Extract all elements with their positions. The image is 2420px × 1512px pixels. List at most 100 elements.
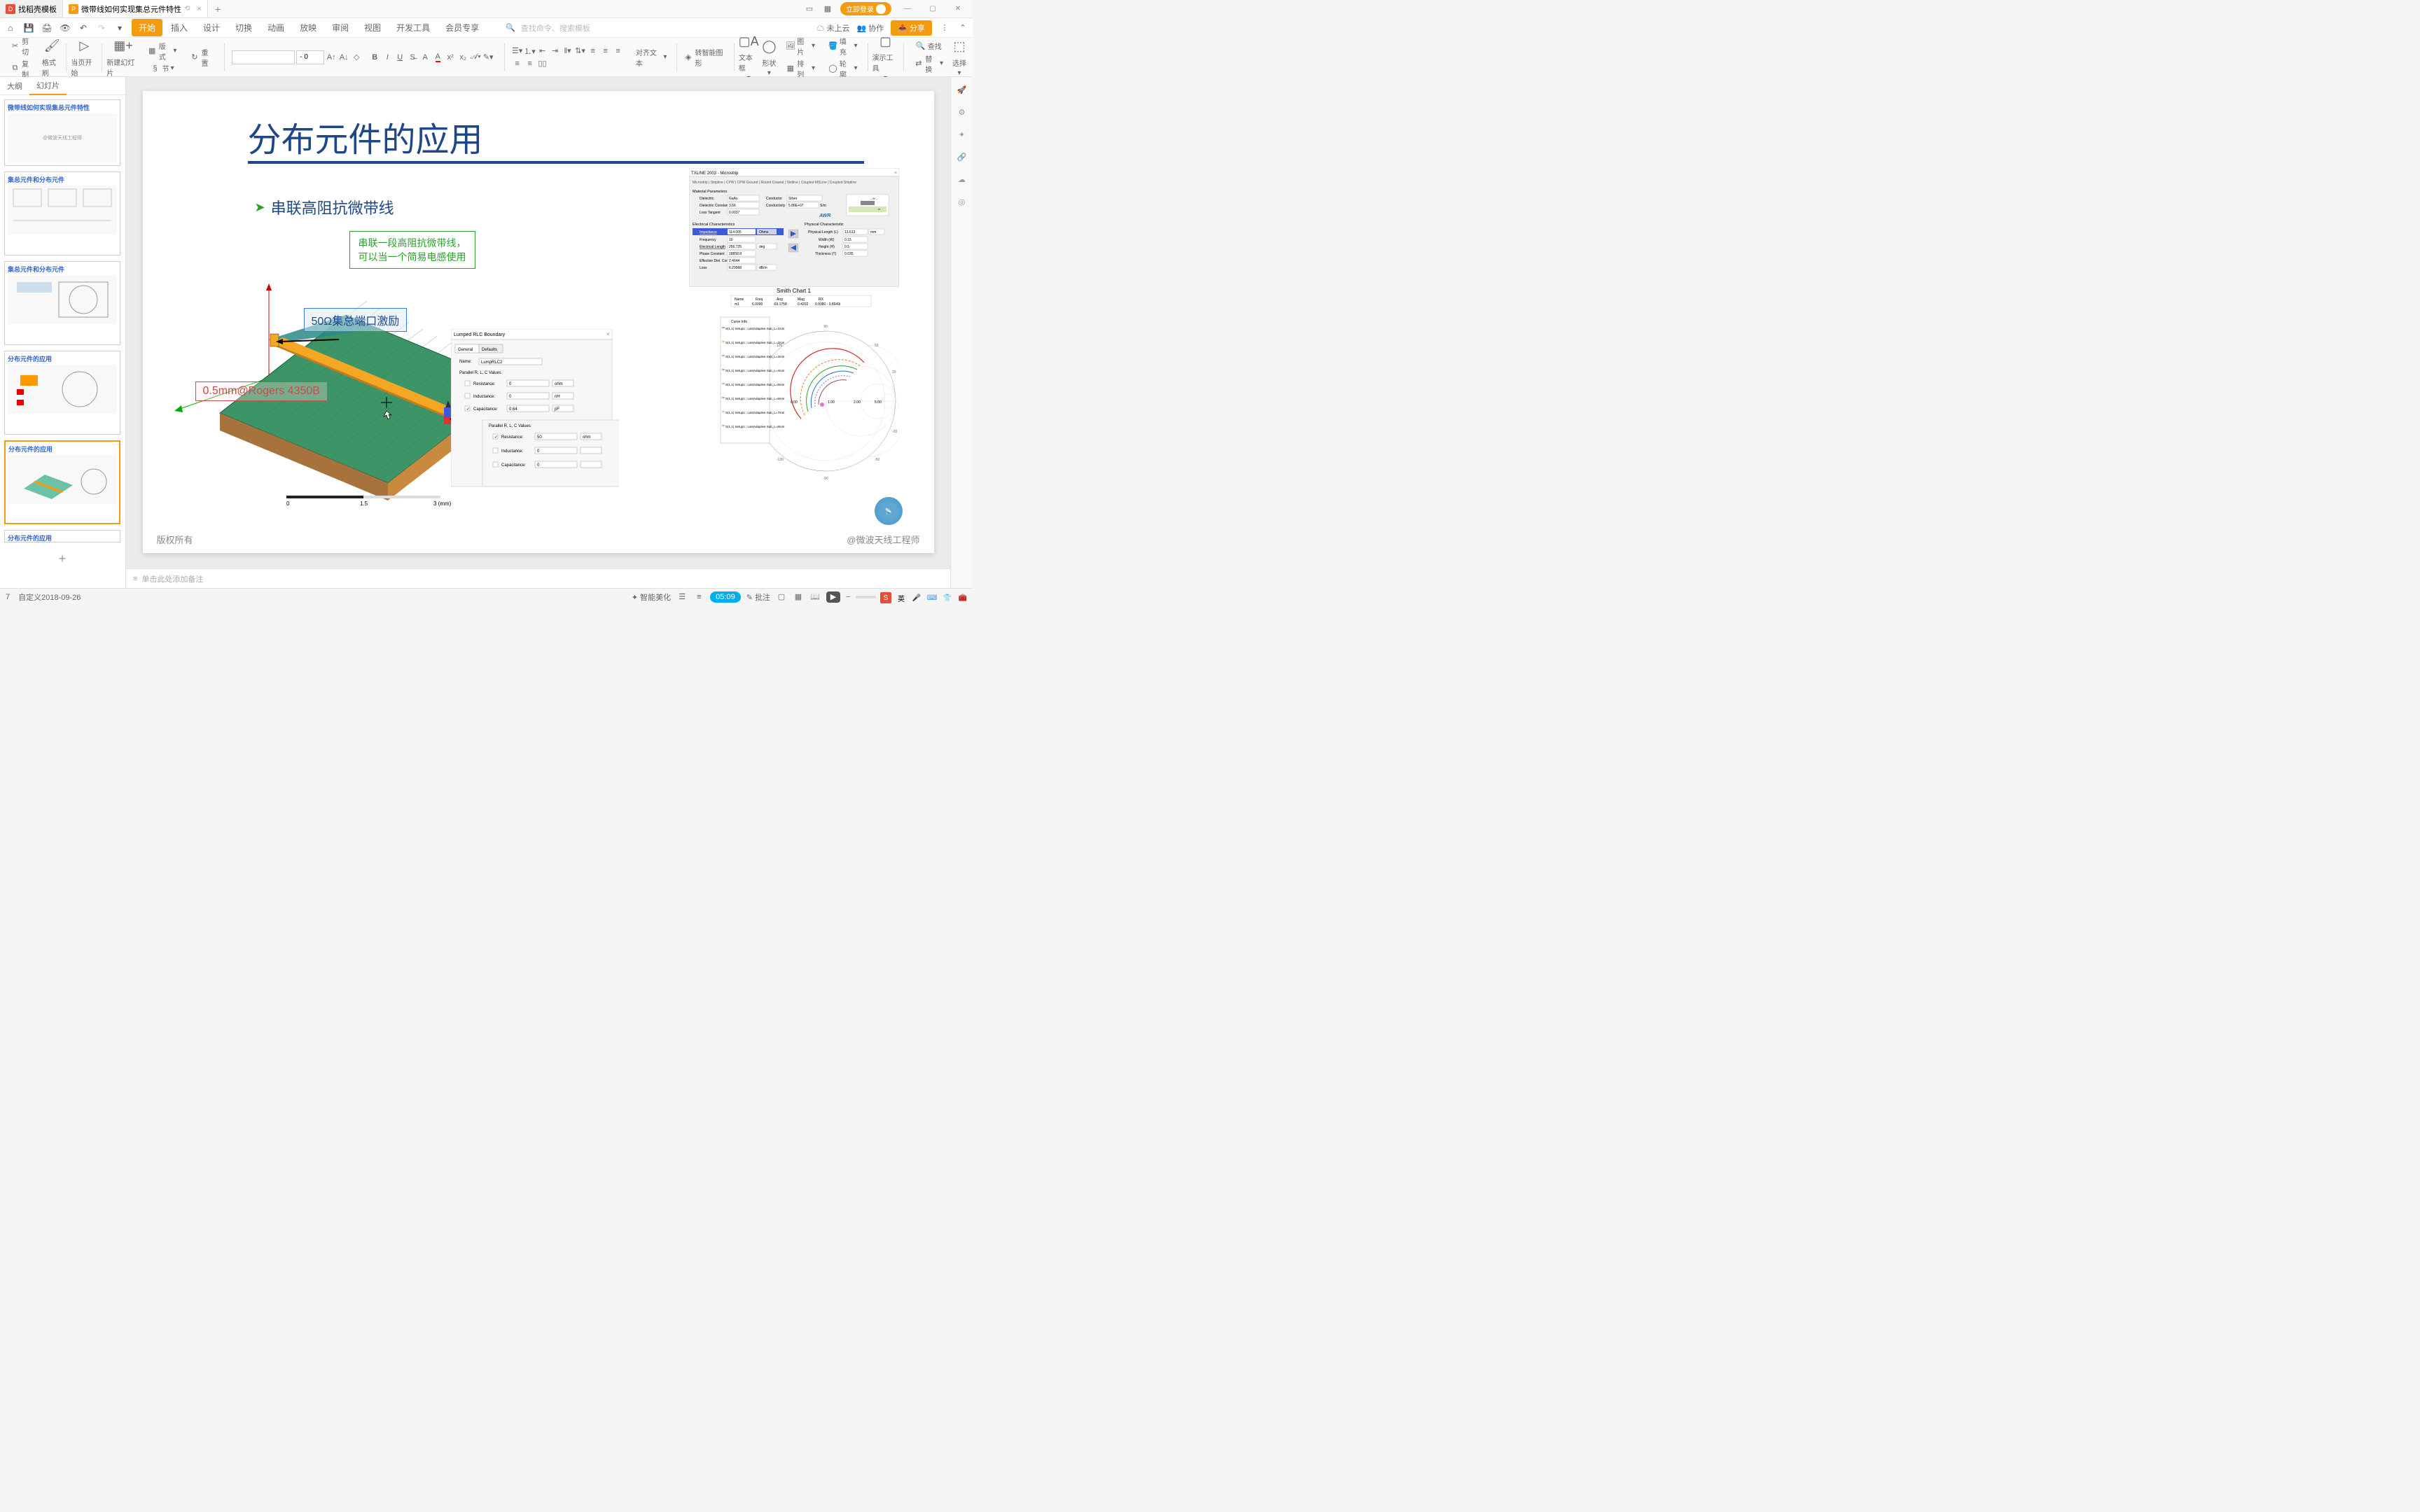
font-color-icon[interactable]: A: [432, 52, 443, 63]
sogou-icon[interactable]: S: [880, 592, 891, 603]
reading-view-icon[interactable]: 📖: [809, 592, 821, 603]
image-button[interactable]: 🖼图片▾: [784, 35, 816, 57]
preview-icon[interactable]: 👁: [59, 22, 71, 34]
text-direction-icon[interactable]: ⇅▾: [575, 46, 586, 57]
print-icon[interactable]: 🖨: [41, 22, 53, 34]
outline-tab[interactable]: 大纲: [0, 78, 29, 94]
menu-review[interactable]: 审阅: [325, 19, 356, 36]
zoom-out-button[interactable]: −: [846, 593, 850, 601]
command-search[interactable]: 🔍 查找命令、搜索模板: [506, 22, 590, 34]
align-center-icon[interactable]: ≡: [600, 46, 611, 57]
rocket-icon[interactable]: 🚀: [957, 84, 968, 95]
shadow-icon[interactable]: A: [419, 52, 431, 63]
highlight-icon[interactable]: ✎▾: [482, 52, 494, 63]
grid-icon[interactable]: ▦: [822, 4, 833, 15]
redo-icon[interactable]: ↷: [95, 22, 108, 34]
notes-bar[interactable]: ≡ 单击此处添加备注: [126, 568, 950, 588]
smart-graphic-button[interactable]: ◈转智能图形: [681, 46, 730, 69]
slideshow-button[interactable]: ▶: [826, 592, 840, 603]
fill-button[interactable]: 🪣填充▾: [826, 35, 859, 57]
menu-view[interactable]: 视图: [357, 19, 388, 36]
arrange-button[interactable]: ▦排列▾: [784, 57, 816, 80]
undo-icon[interactable]: ↶: [77, 22, 90, 34]
superscript-icon[interactable]: x²: [445, 52, 456, 63]
login-button[interactable]: 立即登录: [840, 2, 891, 15]
share-panel-icon[interactable]: 🔗: [957, 151, 968, 162]
slide[interactable]: 分布元件的应用 ➤ 串联高阻抗微带线 串联一段高阻抗微带线， 可以当一个简易电感…: [143, 91, 934, 553]
layout-button[interactable]: ▦版式▾: [146, 40, 179, 62]
bullets-icon[interactable]: ☰▾: [512, 46, 523, 57]
location-icon[interactable]: ◎: [957, 196, 968, 207]
dropdown-icon[interactable]: ▾: [113, 22, 126, 34]
align-right-icon[interactable]: ≡: [613, 46, 624, 57]
menu-dev[interactable]: 开发工具: [389, 19, 437, 36]
align-left-icon[interactable]: ≡: [587, 46, 599, 57]
ime-skin-icon[interactable]: 👕: [942, 592, 953, 603]
slide-thumbnail-3[interactable]: 集总元件和分布元件: [4, 261, 120, 345]
strikethrough-icon[interactable]: S̶: [407, 52, 418, 63]
slide-thumbnail-6[interactable]: 分布元件的应用: [4, 530, 120, 542]
menu-animation[interactable]: 动画: [260, 19, 291, 36]
font-size-combo[interactable]: [296, 50, 324, 64]
ime-keyboard-icon[interactable]: ⌨: [926, 592, 938, 603]
menu-insert[interactable]: 插入: [164, 19, 195, 36]
columns-icon[interactable]: ▯▯: [537, 58, 548, 69]
ime-toolbox-icon[interactable]: 🧰: [957, 592, 968, 603]
from-current-button[interactable]: ▷ 当页开始: [71, 37, 97, 78]
thumbnail-list[interactable]: 微带线如何实现集总元件特性 @微波天线工程师 集总元件和分布元件: [0, 95, 125, 588]
annotate-button[interactable]: ✎ 批注: [746, 592, 770, 603]
line-spacing-icon[interactable]: ‖▾: [562, 46, 573, 57]
find-button[interactable]: 🔍查找: [914, 40, 943, 52]
menu-transition[interactable]: 切换: [228, 19, 259, 36]
outline-button[interactable]: ◯轮廓▾: [826, 57, 859, 80]
decrease-indent-icon[interactable]: ⇤: [537, 46, 548, 57]
tab-current-document[interactable]: P 微带线如何实现集总元件特性 ⟲ ×: [63, 0, 208, 18]
slide-thumbnail-4[interactable]: 分布元件的应用: [4, 351, 120, 435]
cloud-status[interactable]: ☁ 未上云: [816, 22, 849, 34]
shape-button[interactable]: ◯ 形状▾: [760, 38, 778, 77]
slides-tab[interactable]: 幻灯片: [29, 77, 67, 95]
text-effect-icon[interactable]: 𝒜▾: [470, 52, 481, 63]
increase-indent-icon[interactable]: ⇥: [550, 46, 561, 57]
select-button[interactable]: ⬚ 选择▾: [950, 38, 968, 77]
replace-button[interactable]: ⇄替换▾: [912, 52, 945, 75]
sparkle-icon[interactable]: ✦: [957, 129, 968, 140]
reset-button[interactable]: ↻重置: [188, 46, 216, 69]
menu-design[interactable]: 设计: [196, 19, 227, 36]
present-tools-button[interactable]: ▢ 演示工具▾: [872, 32, 899, 82]
settings-icon[interactable]: ⚙: [957, 106, 968, 118]
section-button[interactable]: §节▾: [148, 62, 176, 75]
distribute-icon[interactable]: ≡: [524, 58, 536, 69]
ime-voice-icon[interactable]: 🎤: [911, 592, 922, 603]
tab-template-store[interactable]: D 找稻壳模板: [0, 0, 63, 18]
slide-thumbnail-5[interactable]: 分布元件的应用: [4, 440, 120, 524]
new-tab-button[interactable]: +: [208, 4, 228, 15]
hamburger-icon[interactable]: ≡: [693, 592, 704, 603]
collapse-ribbon-icon[interactable]: ⌃: [957, 22, 968, 34]
subscript-icon[interactable]: x₂: [457, 52, 468, 63]
ime-lang[interactable]: 英: [896, 592, 907, 603]
close-button[interactable]: ✕: [949, 2, 967, 16]
menu-vip[interactable]: 会员专享: [438, 19, 486, 36]
add-slide-button[interactable]: +: [4, 548, 120, 569]
minimize-button[interactable]: —: [898, 2, 917, 16]
copy-button[interactable]: ⧉复制: [8, 57, 36, 80]
format-painter-button[interactable]: 🖌 格式刷: [42, 37, 62, 78]
maximize-button[interactable]: ▢: [924, 2, 942, 16]
slide-thumbnail-1[interactable]: 微带线如何实现集总元件特性 @微波天线工程师: [4, 99, 120, 166]
menu-start[interactable]: 开始: [132, 19, 162, 36]
bold-icon[interactable]: B: [369, 52, 380, 63]
home-icon[interactable]: ⌂: [4, 22, 17, 34]
tab-refresh-icon[interactable]: ⟲: [184, 5, 190, 13]
list-view-icon[interactable]: ☰: [676, 592, 688, 603]
beautify-button[interactable]: ✦ 智能美化: [632, 592, 671, 603]
align-text-button[interactable]: 对齐文本▾: [634, 46, 668, 69]
cut-button[interactable]: ✂剪切: [8, 35, 36, 57]
new-slide-button[interactable]: ▦+ 新建幻灯片: [106, 37, 140, 78]
slide-canvas-viewport[interactable]: 分布元件的应用 ➤ 串联高阻抗微带线 串联一段高阻抗微带线， 可以当一个简易电感…: [126, 77, 950, 568]
cloud-panel-icon[interactable]: ☁: [957, 174, 968, 185]
numbering-icon[interactable]: ⒈▾: [524, 46, 536, 57]
save-icon[interactable]: 💾: [22, 22, 35, 34]
sorter-view-icon[interactable]: ▦: [793, 592, 804, 603]
decrease-font-icon[interactable]: A↓: [338, 52, 349, 63]
